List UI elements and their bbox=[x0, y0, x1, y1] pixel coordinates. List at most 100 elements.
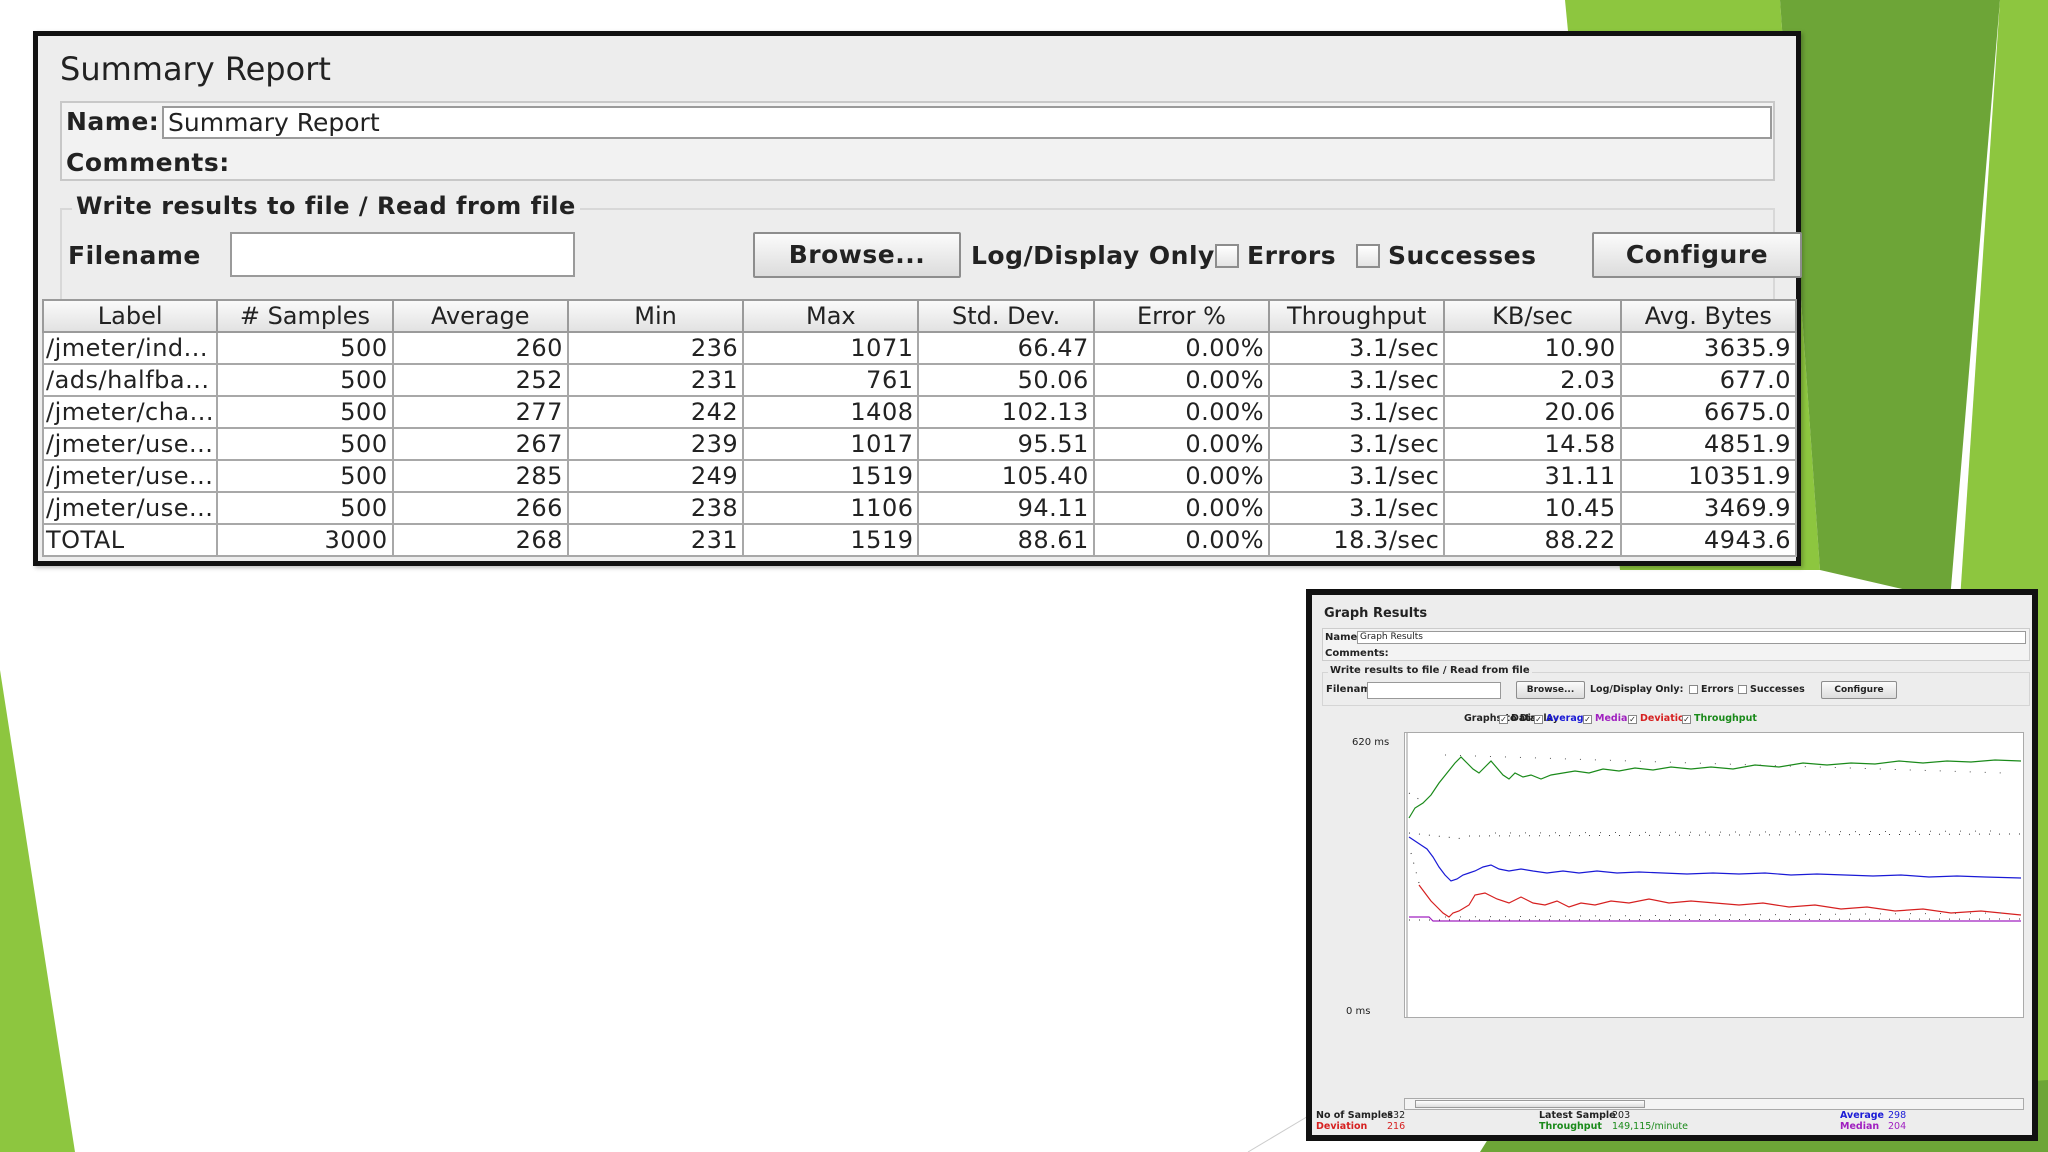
graph-successes-checkbox[interactable] bbox=[1738, 685, 1747, 694]
table-cell: 242 bbox=[566, 395, 745, 429]
column-header[interactable]: KB/sec bbox=[1443, 299, 1622, 333]
graph-errors-label: Errors bbox=[1701, 684, 1734, 695]
column-header[interactable]: Average bbox=[391, 299, 569, 333]
table-cell: 500 bbox=[216, 491, 394, 525]
table-cell: 500 bbox=[216, 331, 394, 365]
successes-checkbox[interactable] bbox=[1356, 244, 1380, 268]
browse-button[interactable]: Browse... bbox=[753, 232, 961, 278]
table-row[interactable]: /jmeter/use... 500 285 249 1519 105.40 0.00% 3.… bbox=[41, 459, 1798, 493]
scrollbar-thumb[interactable] bbox=[1415, 1100, 1645, 1108]
graph-toggle-label: Data bbox=[1511, 713, 1537, 724]
graph-log-display-label: Log/Display Only: bbox=[1590, 684, 1684, 695]
green-shape-bottom-left bbox=[0, 670, 75, 1152]
throughput-value: 149,115/minute bbox=[1612, 1121, 1688, 1132]
table-cell: 0.00% bbox=[1092, 523, 1271, 557]
table-cell: 0.00% bbox=[1092, 491, 1271, 525]
name-input[interactable]: Summary Report bbox=[162, 106, 1772, 139]
table-cell: 3.1/sec bbox=[1268, 395, 1446, 429]
table-row[interactable]: /jmeter/cha... 500 277 242 1408 102.13 0.00% 3.… bbox=[41, 395, 1798, 429]
graph-name-label: Name: bbox=[1325, 632, 1362, 643]
log-display-label: Log/Display Only: bbox=[971, 241, 1226, 270]
table-cell: 761 bbox=[742, 363, 920, 397]
panel-title: Summary Report bbox=[60, 50, 331, 88]
latest-sample-value: 203 bbox=[1612, 1110, 1631, 1121]
thin-line-bottom bbox=[1247, 1114, 1311, 1152]
table-cell: 231 bbox=[566, 523, 745, 557]
graph-horizontal-scrollbar[interactable] bbox=[1404, 1098, 2024, 1110]
graph-results-panel: Graph Results Name: Graph Results Commen… bbox=[1306, 589, 2038, 1141]
table-row[interactable]: /jmeter/use... 500 266 238 1106 94.11 0.00% 3.1… bbox=[41, 491, 1798, 525]
successes-label: Successes bbox=[1388, 241, 1537, 270]
graph-toggle-checkbox[interactable]: ✓ bbox=[1628, 715, 1637, 724]
table-row[interactable]: /ads/halfba... 500 252 231 761 50.06 0.00% 3.1/… bbox=[41, 363, 1798, 397]
column-header[interactable]: Avg. Bytes bbox=[1619, 299, 1798, 333]
table-row[interactable]: /jmeter/ind... 500 260 236 1071 66.47 0.00% 3.1… bbox=[41, 331, 1798, 365]
column-header[interactable]: Min bbox=[566, 299, 745, 333]
table-cell: 3.1/sec bbox=[1268, 459, 1446, 493]
table-cell: 18.3/sec bbox=[1268, 523, 1446, 557]
column-header[interactable]: Throughput bbox=[1268, 299, 1446, 333]
file-section-title: Write results to file / Read from file bbox=[72, 192, 580, 220]
graph-toggle-checkbox[interactable]: ✓ bbox=[1534, 715, 1543, 724]
table-body: /jmeter/ind... 500 260 236 1071 66.47 0.00% 3.1… bbox=[41, 331, 1798, 557]
table-cell: 1071 bbox=[742, 331, 920, 365]
column-header[interactable]: Label bbox=[41, 299, 219, 333]
column-header[interactable]: Std. Dev. bbox=[917, 299, 1095, 333]
table-row[interactable]: TOTAL 3000 268 231 1519 88.61 0.00% 18.3/sec 88.… bbox=[41, 523, 1798, 557]
graph-plot-area bbox=[1404, 732, 2024, 1018]
table-cell: 1519 bbox=[742, 523, 920, 557]
deviation-value: 216 bbox=[1387, 1121, 1406, 1132]
table-cell: 1017 bbox=[742, 427, 920, 461]
table-cell: 3.1/sec bbox=[1268, 491, 1446, 525]
graph-toggle-checkbox[interactable]: ✓ bbox=[1583, 715, 1592, 724]
column-header[interactable]: # Samples bbox=[216, 299, 394, 333]
table-cell: 105.40 bbox=[917, 459, 1095, 493]
table-cell-label: /jmeter/use... bbox=[41, 491, 219, 525]
table-cell: 239 bbox=[566, 427, 745, 461]
errors-label: Errors bbox=[1247, 241, 1337, 270]
table-cell: 95.51 bbox=[917, 427, 1095, 461]
table-cell: 500 bbox=[216, 395, 394, 429]
table-cell: 3.1/sec bbox=[1268, 363, 1446, 397]
graph-configure-button[interactable]: Configure bbox=[1821, 681, 1897, 699]
graph-comments-label: Comments: bbox=[1325, 648, 1389, 659]
table-cell: 285 bbox=[391, 459, 569, 493]
graph-browse-button[interactable]: Browse... bbox=[1516, 681, 1585, 699]
table-cell: 50.06 bbox=[917, 363, 1095, 397]
graph-filename-input[interactable] bbox=[1367, 682, 1501, 699]
table-cell: 0.00% bbox=[1092, 395, 1271, 429]
graph-errors-checkbox[interactable] bbox=[1689, 685, 1698, 694]
table-cell: 1408 bbox=[742, 395, 920, 429]
graph-file-section-title: Write results to file / Read from file bbox=[1328, 665, 1532, 676]
configure-button[interactable]: Configure bbox=[1592, 232, 1802, 278]
graph-name-comments-box: Name: Graph Results Comments: bbox=[1322, 628, 2030, 661]
throughput-line bbox=[1408, 756, 2022, 819]
name-comments-box: Name: Summary Report Comments: bbox=[60, 101, 1775, 181]
table-cell-label: /jmeter/use... bbox=[41, 459, 219, 493]
filename-input[interactable] bbox=[230, 232, 575, 277]
table-cell: 500 bbox=[216, 459, 394, 493]
graph-toggle-checkbox[interactable]: ✓ bbox=[1499, 715, 1508, 724]
graph-successes-label: Successes bbox=[1750, 684, 1805, 695]
table-cell: 3000 bbox=[216, 523, 394, 557]
table-cell-label: /jmeter/cha... bbox=[41, 395, 219, 429]
table-cell: 267 bbox=[391, 427, 569, 461]
table-cell: 500 bbox=[216, 427, 394, 461]
errors-checkbox[interactable] bbox=[1215, 244, 1239, 268]
median-value: 204 bbox=[1888, 1121, 1907, 1132]
table-cell: 249 bbox=[566, 459, 745, 493]
table-cell: 268 bbox=[391, 523, 569, 557]
deviation-line bbox=[1418, 884, 2022, 918]
table-row[interactable]: /jmeter/use... 500 267 239 1017 95.51 0.00% 3.1… bbox=[41, 427, 1798, 461]
graph-name-input[interactable]: Graph Results bbox=[1357, 631, 2026, 644]
table-cell-label: /jmeter/use... bbox=[41, 427, 219, 461]
column-header[interactable]: Error % bbox=[1092, 299, 1271, 333]
table-cell: 14.58 bbox=[1443, 427, 1622, 461]
table-cell: 266 bbox=[391, 491, 569, 525]
table-cell: 0.00% bbox=[1092, 427, 1271, 461]
no-of-samples-value: 832 bbox=[1387, 1110, 1406, 1121]
graph-toggle-checkbox[interactable]: ✓ bbox=[1682, 715, 1691, 724]
column-header[interactable]: Max bbox=[742, 299, 920, 333]
deviation-label: Deviation bbox=[1316, 1121, 1368, 1132]
table-cell: 3.1/sec bbox=[1268, 427, 1446, 461]
